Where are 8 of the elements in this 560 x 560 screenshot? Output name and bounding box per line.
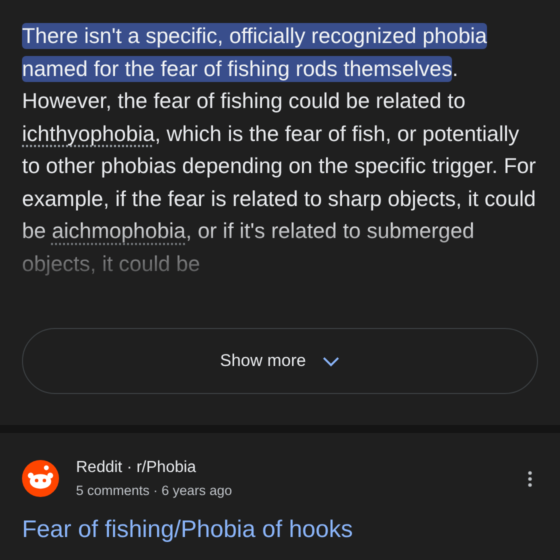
answer-paragraph: There isn't a specific, officially recognized phobia named for the fear of fishing rods themselves. However, the fear of fishing could be related to ichthyophobia, which is the fear of fish, or potentially to other phobias depending on the specific trigger. For example, if the fear is related to sharp objects, it could be aichmophobia, or if it's related to submerged objects, it could be	[22, 22, 537, 278]
chevron-down-icon	[322, 356, 340, 366]
more-options-icon[interactable]	[528, 470, 532, 486]
source-name: Reddit · r/Phobia	[76, 459, 198, 477]
post-meta: 5 comments · 6 years ago	[76, 483, 234, 498]
alien-logo-icon	[22, 460, 59, 497]
show-more-button[interactable]: Show more	[22, 328, 538, 394]
result-title-link[interactable]: Fear of fishing/Phobia of hooks	[22, 516, 353, 544]
